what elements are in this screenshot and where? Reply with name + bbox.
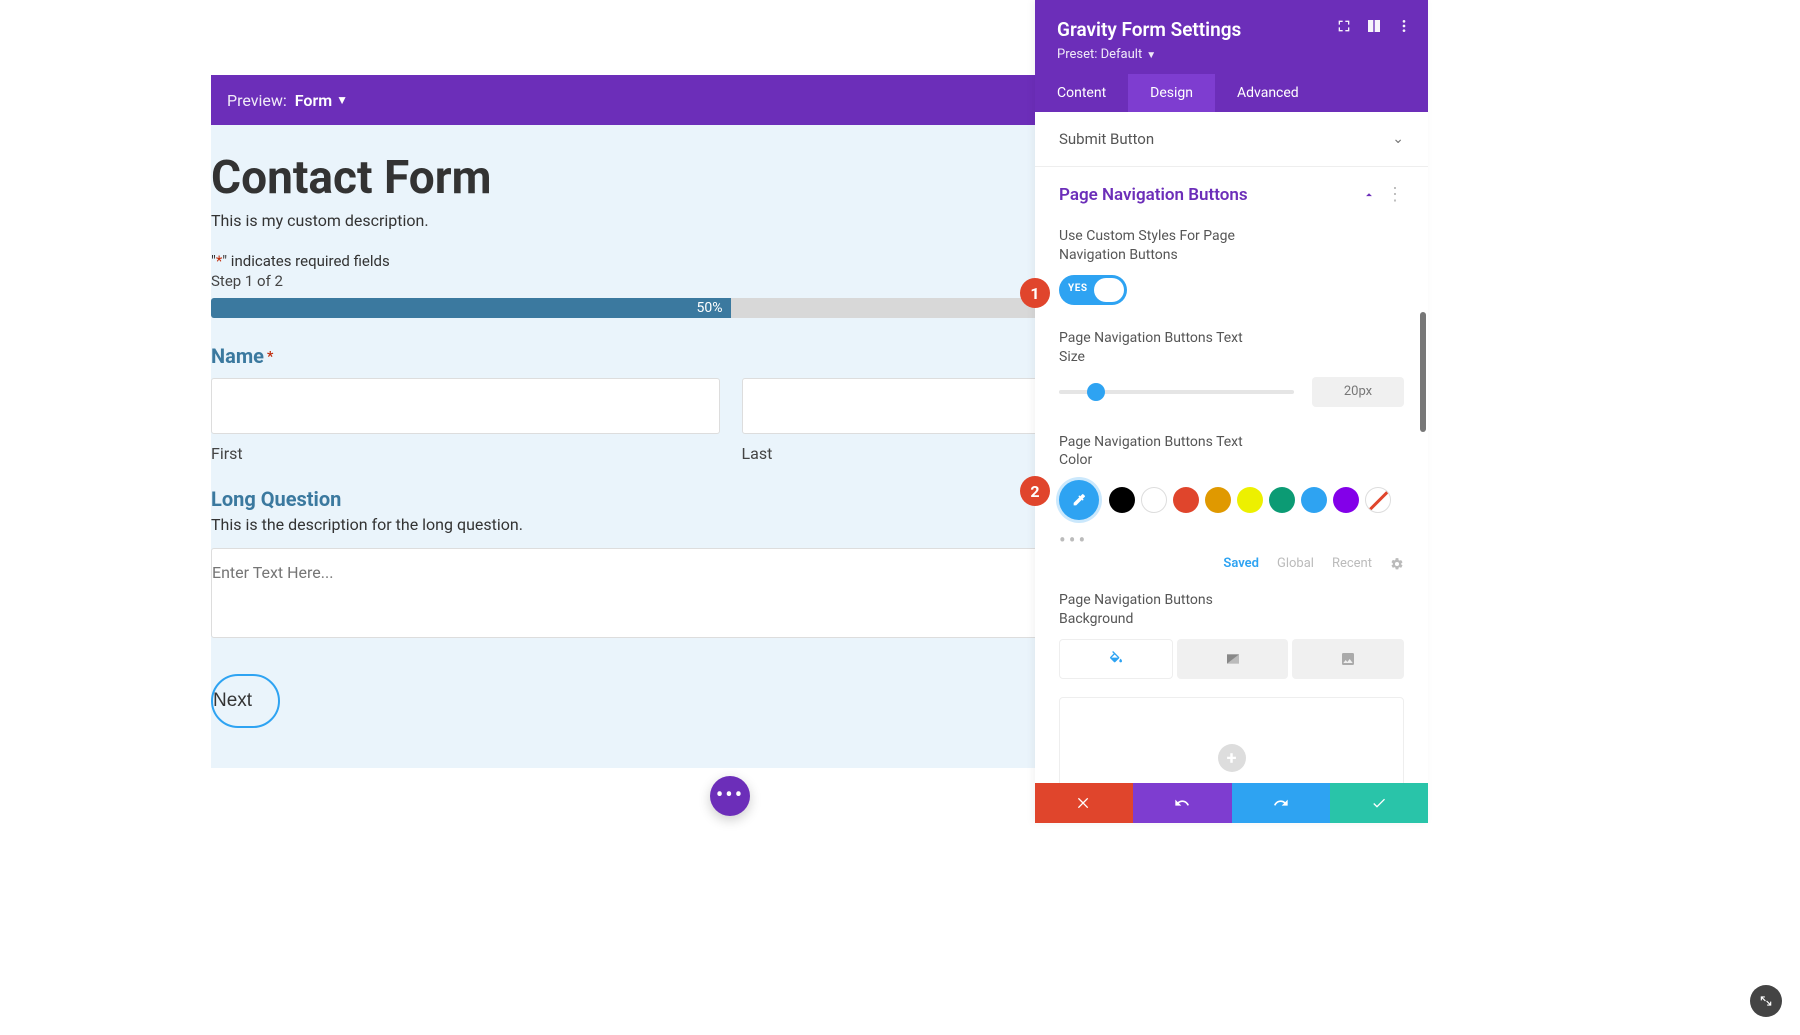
color-swatch-blue[interactable] xyxy=(1301,487,1327,513)
use-custom-styles-label: Use Custom Styles For Page Navigation Bu… xyxy=(1059,227,1259,265)
cancel-button[interactable] xyxy=(1035,783,1133,823)
text-color-swatches xyxy=(1059,480,1404,520)
accordion-page-nav-header[interactable]: Page Navigation Buttons ⋮ xyxy=(1059,185,1404,205)
save-button[interactable] xyxy=(1330,783,1428,823)
tab-design[interactable]: Design xyxy=(1128,74,1215,112)
next-button[interactable]: Next xyxy=(211,674,280,728)
palette-tabs: Saved Global Recent xyxy=(1059,556,1404,571)
palette-tab-global[interactable]: Global xyxy=(1277,556,1314,571)
toggle-knob xyxy=(1094,278,1124,302)
chevron-up-icon[interactable] xyxy=(1362,188,1376,202)
bg-tab-color[interactable] xyxy=(1059,639,1173,679)
palette-tab-recent[interactable]: Recent xyxy=(1332,556,1372,571)
undo-icon xyxy=(1174,795,1190,811)
check-icon xyxy=(1371,795,1387,811)
gradient-icon xyxy=(1225,651,1241,667)
more-vertical-icon[interactable]: ⋮ xyxy=(1386,186,1404,204)
expand-diagonal-icon xyxy=(1759,994,1773,1008)
palette-tab-saved[interactable]: Saved xyxy=(1223,556,1259,571)
sidebar-scroll[interactable]: Submit Button ⌄ Page Navigation Buttons … xyxy=(1035,112,1428,823)
eyedropper-icon xyxy=(1071,492,1087,508)
text-size-row: 20px xyxy=(1059,377,1404,407)
bg-tab-gradient[interactable] xyxy=(1177,639,1289,679)
columns-icon[interactable] xyxy=(1366,18,1382,34)
color-swatch-teal[interactable] xyxy=(1269,487,1295,513)
more-horizontal-icon: ••• xyxy=(716,785,744,807)
first-name-col: First xyxy=(211,378,720,463)
text-size-value[interactable]: 20px xyxy=(1312,377,1404,407)
first-name-sublabel: First xyxy=(211,444,720,463)
text-size-slider[interactable] xyxy=(1059,390,1294,394)
tab-content[interactable]: Content xyxy=(1035,74,1128,112)
color-picker-button[interactable] xyxy=(1059,480,1099,520)
redo-icon xyxy=(1273,795,1289,811)
slider-thumb[interactable] xyxy=(1087,383,1105,401)
add-icon[interactable]: + xyxy=(1218,744,1246,772)
sidebar-action-bar xyxy=(1035,783,1428,823)
redo-button[interactable] xyxy=(1232,783,1330,823)
required-star-icon: * xyxy=(267,349,273,365)
color-swatch-purple[interactable] xyxy=(1333,487,1359,513)
sidebar-header: Gravity Form Settings Preset: Default▼ xyxy=(1035,0,1428,74)
gear-icon[interactable] xyxy=(1390,557,1404,571)
more-actions-button[interactable]: ••• xyxy=(710,776,750,816)
first-name-input[interactable] xyxy=(211,378,720,434)
color-swatch-white[interactable] xyxy=(1141,487,1167,513)
chevron-down-icon: ▼ xyxy=(1146,50,1156,61)
undo-button[interactable] xyxy=(1133,783,1231,823)
expand-fullscreen-button[interactable] xyxy=(1750,985,1782,1017)
tab-advanced[interactable]: Advanced xyxy=(1215,74,1321,112)
chevron-down-icon[interactable]: ▼ xyxy=(336,93,348,107)
color-swatch-red[interactable] xyxy=(1173,487,1199,513)
progress-percent: 50% xyxy=(697,300,723,316)
paint-bucket-icon xyxy=(1108,651,1124,667)
more-vertical-icon[interactable] xyxy=(1396,18,1412,34)
progress-fill: 50% xyxy=(211,298,731,318)
more-horizontal-icon[interactable]: ••• xyxy=(1059,528,1404,552)
callout-2: 2 xyxy=(1020,476,1050,506)
bg-type-tabs xyxy=(1059,639,1404,679)
accordion-page-nav: Page Navigation Buttons ⋮ Use Custom Sty… xyxy=(1035,167,1428,823)
bg-label: Page Navigation Buttons Background xyxy=(1059,591,1259,629)
expand-icon[interactable] xyxy=(1336,18,1352,34)
accordion-submit-button[interactable]: Submit Button ⌄ xyxy=(1035,112,1428,167)
color-swatch-black[interactable] xyxy=(1109,487,1135,513)
color-swatch-orange[interactable] xyxy=(1205,487,1231,513)
image-icon xyxy=(1340,651,1356,667)
scrollbar-thumb[interactable] xyxy=(1420,312,1426,432)
bg-tab-image[interactable] xyxy=(1292,639,1404,679)
text-color-label: Page Navigation Buttons Text Color xyxy=(1059,433,1259,471)
sidebar-header-icons xyxy=(1336,18,1412,34)
color-swatch-none[interactable] xyxy=(1365,487,1391,513)
use-custom-styles-toggle[interactable]: YES xyxy=(1059,275,1127,305)
preview-label: Preview: xyxy=(227,91,287,110)
sidebar-tabs: Content Design Advanced xyxy=(1035,74,1428,112)
preset-selector[interactable]: Preset: Default▼ xyxy=(1057,47,1406,62)
settings-sidebar: Gravity Form Settings Preset: Default▼ C… xyxy=(1035,0,1428,823)
color-swatch-yellow[interactable] xyxy=(1237,487,1263,513)
callout-1: 1 xyxy=(1020,278,1050,308)
chevron-down-icon: ⌄ xyxy=(1392,131,1404,147)
text-size-label: Page Navigation Buttons Text Size xyxy=(1059,329,1259,367)
close-icon xyxy=(1076,795,1092,811)
preview-form-name[interactable]: Form xyxy=(295,91,332,110)
